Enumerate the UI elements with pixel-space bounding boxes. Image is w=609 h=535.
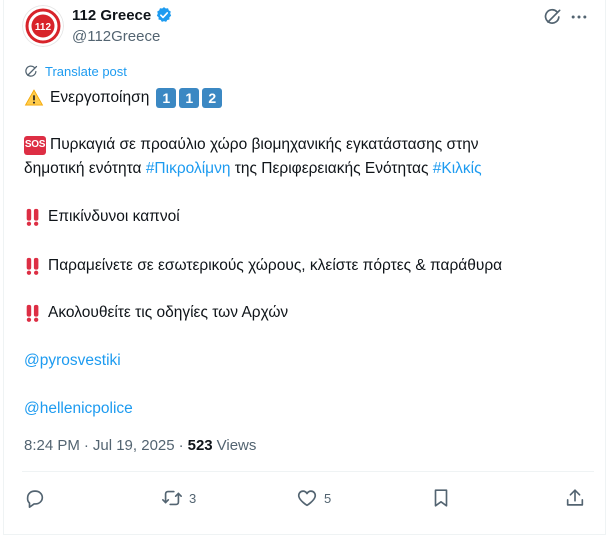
like-count: 5 <box>324 490 332 506</box>
fire-text-b-mid: της Περιφερειακής Ενότητας <box>230 160 433 177</box>
post-date[interactable]: Jul 19, 2025 <box>93 437 175 454</box>
like-button[interactable]: 5 <box>296 487 331 509</box>
share-icon <box>566 489 584 506</box>
repost-icon <box>162 490 182 506</box>
views-label: Views <box>216 437 257 454</box>
double-exclamation-icon <box>26 208 39 226</box>
display-name[interactable]: 112 Greece <box>72 7 151 24</box>
smoke-text: Επικίνδυνοι καπνοί <box>48 208 180 225</box>
activation-text: Ενεργοποίηση <box>50 89 150 106</box>
hashtag-kilkis[interactable]: #Κιλκίς <box>433 157 482 181</box>
avatar-text: 112 <box>35 22 52 33</box>
warning-icon <box>24 89 44 106</box>
heart-icon <box>297 490 317 507</box>
hashtag-pikrolimni[interactable]: #Πικρολίμνη <box>146 157 231 181</box>
translate-label: Translate post <box>45 64 127 79</box>
meta-separator: · <box>178 437 184 454</box>
meta-separator: · <box>83 437 89 454</box>
author-handle[interactable]: @112Greece <box>72 28 160 45</box>
post-meta: 8:24 PM · Jul 19, 2025 · 523 Views <box>24 437 256 454</box>
mention-hellenicpolice[interactable]: @hellenicpolice <box>24 397 133 421</box>
author-name-row: 112 Greece <box>72 6 173 24</box>
reply-icon <box>26 490 44 508</box>
more-options-icon[interactable] <box>568 6 590 28</box>
fire-text-a: Πυρκαγιά σε προαύλιο χώρο βιομηχανικής ε… <box>50 136 479 153</box>
share-button[interactable] <box>564 487 586 509</box>
grok-icon[interactable] <box>542 6 564 28</box>
post-line-fire-b: δημοτική ενότητα #Πικρολίμνη της Περιφερ… <box>24 157 482 181</box>
stay-indoors-text: Παραμείνετε σε εσωτερικούς χώρους, κλείσ… <box>48 257 503 274</box>
reply-button[interactable] <box>24 487 46 509</box>
mention-pyrosvestiki[interactable]: @pyrosvestiki <box>24 349 121 373</box>
bookmark-button[interactable] <box>430 487 452 509</box>
post-line-mention-1: @pyrosvestiki <box>24 349 121 373</box>
verified-badge-icon <box>157 7 172 22</box>
repost-button[interactable]: 3 <box>161 487 196 509</box>
sos-icon: SOS <box>24 135 46 155</box>
post-line-activation: Ενεργοποίηση 1 1 2 <box>24 86 223 110</box>
post-line-stay-indoors: Παραμείνετε σε εσωτερικούς χώρους, κλείσ… <box>24 254 502 278</box>
post-line-smoke: Επικίνδυνοι καπνοί <box>24 205 180 229</box>
translate-icon <box>25 65 38 77</box>
double-exclamation-icon <box>26 304 39 322</box>
keycap-two-icon: 2 <box>202 88 223 108</box>
bookmark-icon <box>434 489 448 507</box>
follow-instructions-text: Ακολουθείτε τις οδηγίες των Αρχών <box>48 304 289 321</box>
keycap-one-icon: 1 <box>179 88 200 108</box>
post-line-fire-a: SOS Πυρκαγιά σε προαύλιο χώρο βιομηχανικ… <box>24 133 479 157</box>
views-count: 523 <box>187 437 213 454</box>
fire-text-b-pre: δημοτική ενότητα <box>24 160 146 177</box>
post-card: 112 112 Greece @112Greece Translate post <box>3 0 606 535</box>
meta-divider <box>22 471 594 472</box>
avatar[interactable]: 112 <box>22 5 64 47</box>
post-line-mention-2: @hellenicpolice <box>24 397 133 421</box>
double-exclamation-icon <box>26 257 39 275</box>
repost-count: 3 <box>189 490 197 506</box>
post-line-follow-instructions: Ακολουθείτε τις οδηγίες των Αρχών <box>24 301 288 325</box>
post-time[interactable]: 8:24 PM <box>24 437 80 454</box>
keycap-one-icon: 1 <box>156 88 177 108</box>
translate-post-link[interactable]: Translate post <box>24 64 127 79</box>
